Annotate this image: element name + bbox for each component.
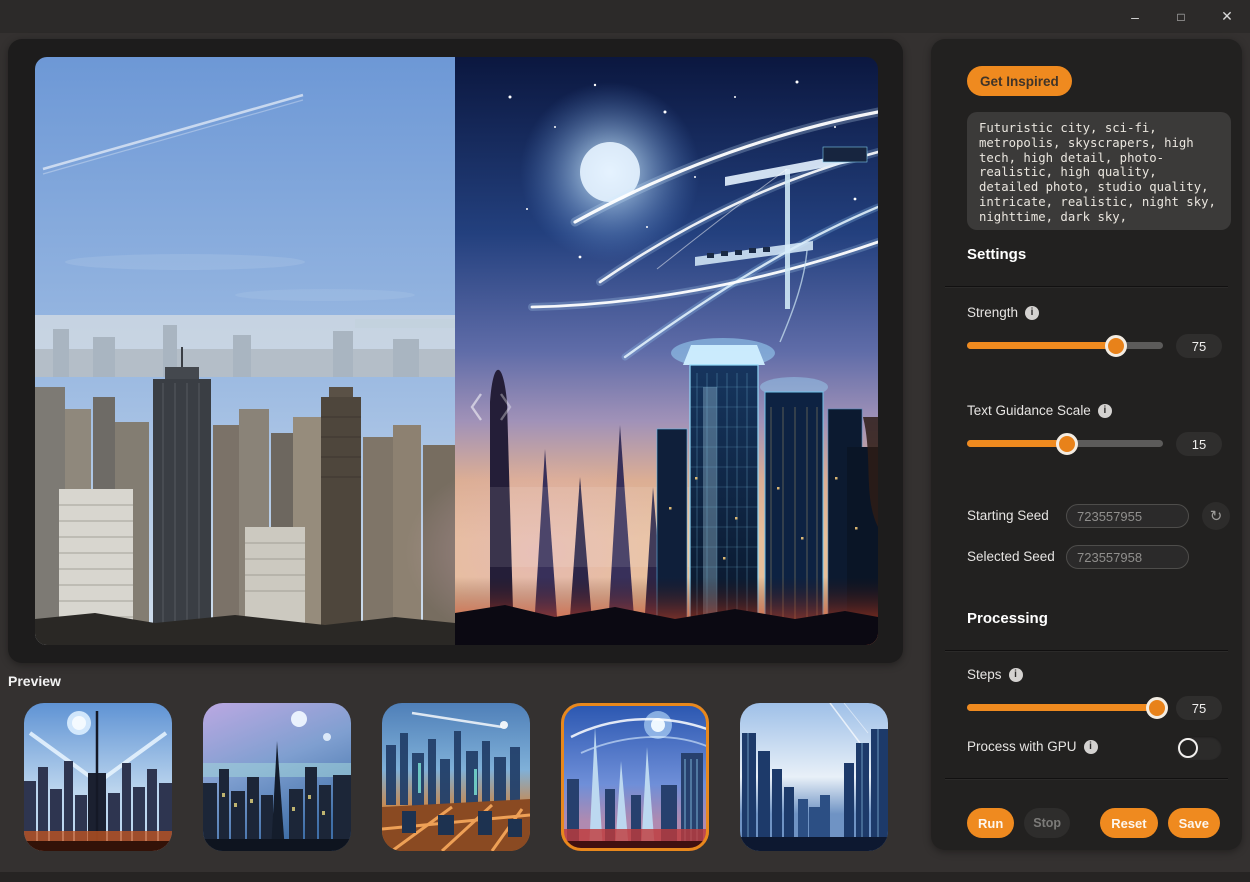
preview-thumbnail-1[interactable] [24, 703, 172, 851]
maximize-icon[interactable]: □ [1158, 0, 1204, 33]
preview-label: Preview [8, 673, 61, 689]
thumbnail-4-graphic [561, 703, 709, 851]
divider [945, 650, 1228, 651]
close-icon[interactable]: ✕ [1204, 0, 1250, 33]
slider-thumb[interactable] [1104, 334, 1127, 357]
divider [945, 778, 1228, 779]
strength-label: Strength i [967, 305, 1040, 320]
strength-slider[interactable] [967, 334, 1163, 357]
info-icon[interactable]: i [1097, 403, 1112, 418]
run-button[interactable]: Run [967, 808, 1015, 838]
settings-heading: Settings [967, 246, 1027, 263]
stop-button[interactable]: Stop [1024, 808, 1071, 838]
slider-thumb[interactable] [1055, 432, 1078, 455]
steps-slider[interactable] [967, 696, 1169, 719]
prompt-input[interactable]: Futuristic city, sci-fi, metropolis, sky… [967, 112, 1231, 230]
selected-seed-label: Selected Seed [967, 549, 1055, 564]
preview-thumbnail-3[interactable] [382, 703, 530, 851]
window-bottom-edge [0, 872, 1250, 882]
info-icon[interactable]: i [1083, 739, 1098, 754]
control-sidebar: Get Inspired Futuristic city, sci-fi, me… [931, 39, 1242, 850]
thumbnail-2-graphic [203, 703, 351, 851]
thumbnail-1-graphic [24, 703, 172, 851]
info-icon[interactable]: i [1008, 667, 1023, 682]
divider [945, 286, 1228, 287]
hero-cityscape-graphic [35, 57, 878, 645]
starting-seed-label: Starting Seed [967, 508, 1049, 523]
refresh-seed-icon[interactable]: ↻ [1202, 502, 1230, 530]
reset-button[interactable]: Reset [1100, 808, 1158, 838]
gpu-label: Process with GPU i [967, 739, 1098, 754]
preview-thumbnail-5[interactable] [740, 703, 888, 851]
preview-thumbnail-2[interactable] [203, 703, 351, 851]
steps-value: 75 [1176, 696, 1222, 720]
save-button[interactable]: Save [1167, 808, 1220, 838]
gpu-toggle-knob [1178, 738, 1198, 758]
processing-heading: Processing [967, 610, 1048, 627]
slider-fill [967, 704, 1158, 711]
image-panel [8, 39, 903, 663]
guidance-slider[interactable] [967, 432, 1163, 455]
thumbnail-3-graphic [382, 703, 530, 851]
titlebar: – □ ✕ [0, 0, 1250, 33]
info-icon[interactable]: i [1025, 305, 1040, 320]
strength-value: 75 [1176, 334, 1222, 358]
gpu-toggle[interactable] [1176, 736, 1222, 760]
comparison-image[interactable] [35, 57, 878, 645]
slider-thumb[interactable] [1146, 696, 1169, 719]
get-inspired-button[interactable]: Get Inspired [967, 66, 1072, 96]
slider-fill [967, 440, 1067, 447]
guidance-value: 15 [1176, 432, 1222, 456]
steps-label: Steps i [967, 667, 1023, 682]
preview-thumbnail-4-selected[interactable] [561, 703, 709, 851]
minimize-icon[interactable]: – [1112, 0, 1158, 33]
action-buttons-row: Run Stop Reset Save [967, 808, 1220, 838]
thumbnail-5-graphic [740, 703, 888, 851]
starting-seed-input[interactable]: 723557955 [1066, 504, 1189, 528]
slider-fill [967, 342, 1116, 349]
guidance-label: Text Guidance Scale i [967, 403, 1112, 418]
selected-seed-input[interactable]: 723557958 [1066, 545, 1189, 569]
